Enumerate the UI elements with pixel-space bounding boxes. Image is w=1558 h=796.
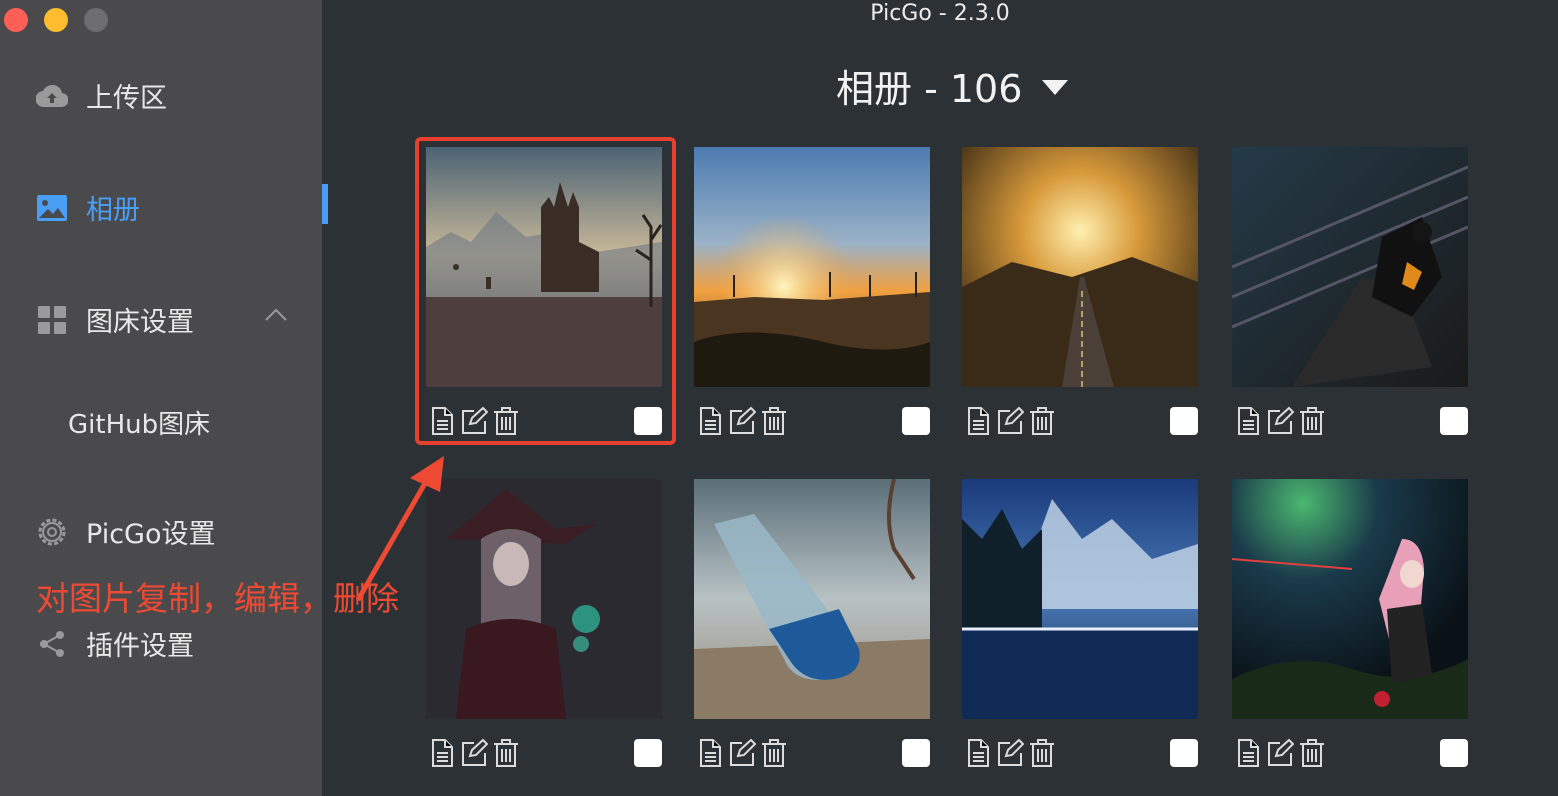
select-checkbox[interactable] xyxy=(634,739,662,767)
sidebar-item-plugin-settings[interactable]: 插件设置 xyxy=(36,624,194,663)
image-icon xyxy=(36,192,68,224)
select-checkbox[interactable] xyxy=(902,739,930,767)
edit-icon[interactable] xyxy=(996,738,1024,768)
minimize-window-button[interactable] xyxy=(44,8,68,32)
gallery-title: 相册 - 106 xyxy=(836,67,1023,111)
copy-icon[interactable] xyxy=(1234,738,1262,768)
delete-icon[interactable] xyxy=(760,406,788,436)
edit-icon[interactable] xyxy=(460,738,488,768)
select-checkbox[interactable] xyxy=(1170,407,1198,435)
edit-icon[interactable] xyxy=(996,406,1024,436)
image-actions xyxy=(694,406,930,438)
delete-icon[interactable] xyxy=(760,738,788,768)
chevron-up-icon[interactable] xyxy=(262,304,290,324)
gallery-title-dropdown[interactable]: 相册 - 106 xyxy=(836,58,1069,113)
delete-icon[interactable] xyxy=(492,738,520,768)
select-checkbox[interactable] xyxy=(1440,407,1468,435)
image-thumbnail[interactable] xyxy=(1232,479,1468,719)
sidebar-item-label: PicGo设置 xyxy=(86,519,216,550)
sidebar-item-picgo-settings[interactable]: PicGo设置 xyxy=(36,512,215,551)
window-title: PicGo - 2.3.0 xyxy=(870,1,1010,26)
image-thumbnail[interactable] xyxy=(694,147,930,387)
copy-icon[interactable] xyxy=(428,738,456,768)
zoom-window-button[interactable] xyxy=(84,8,108,32)
gear-icon xyxy=(36,516,68,548)
copy-icon[interactable] xyxy=(964,406,992,436)
image-card[interactable] xyxy=(694,479,930,767)
sidebar-item-label: 相册 xyxy=(86,195,140,226)
copy-icon[interactable] xyxy=(1234,406,1262,436)
image-card[interactable] xyxy=(694,147,930,435)
edit-icon[interactable] xyxy=(728,406,756,436)
edit-icon[interactable] xyxy=(1266,738,1294,768)
active-indicator xyxy=(322,184,328,224)
close-window-button[interactable] xyxy=(4,8,28,32)
sidebar-item-label: 上传区 xyxy=(86,83,167,114)
sidebar: 上传区 相册 图床设置 GitHub图床 PicGo设置 插件设置 xyxy=(0,0,322,796)
image-thumbnail[interactable] xyxy=(694,479,930,719)
caret-down-icon xyxy=(1042,80,1069,95)
image-thumbnail[interactable] xyxy=(962,147,1198,387)
cloud-upload-icon xyxy=(36,80,68,112)
image-actions xyxy=(1232,738,1468,770)
copy-icon[interactable] xyxy=(696,738,724,768)
sidebar-item-gallery[interactable]: 相册 xyxy=(36,188,140,227)
image-card[interactable] xyxy=(426,479,662,767)
sidebar-item-label: 插件设置 xyxy=(86,631,194,662)
image-card[interactable] xyxy=(1232,479,1468,767)
annotation-text: 对图片复制，编辑，删除 xyxy=(36,579,399,618)
image-actions xyxy=(1232,406,1468,438)
image-actions xyxy=(694,738,930,770)
image-thumbnail[interactable] xyxy=(426,479,662,719)
delete-icon[interactable] xyxy=(1028,738,1056,768)
image-actions xyxy=(426,738,662,770)
sidebar-item-picbed-settings[interactable]: 图床设置 xyxy=(36,300,194,339)
image-card[interactable] xyxy=(962,147,1198,435)
edit-icon[interactable] xyxy=(728,738,756,768)
sidebar-item-label: 图床设置 xyxy=(86,307,194,338)
image-card[interactable] xyxy=(1232,147,1468,435)
sidebar-subitem-github[interactable]: GitHub图床 xyxy=(68,404,210,441)
sidebar-item-upload[interactable]: 上传区 xyxy=(36,76,167,115)
select-checkbox[interactable] xyxy=(902,407,930,435)
image-thumbnail[interactable] xyxy=(1232,147,1468,387)
delete-icon[interactable] xyxy=(1298,406,1326,436)
grid-icon xyxy=(36,304,68,336)
image-actions xyxy=(962,738,1198,770)
image-thumbnail[interactable] xyxy=(962,479,1198,719)
copy-icon[interactable] xyxy=(964,738,992,768)
select-checkbox[interactable] xyxy=(1440,739,1468,767)
copy-icon[interactable] xyxy=(696,406,724,436)
delete-icon[interactable] xyxy=(1298,738,1326,768)
image-card[interactable] xyxy=(962,479,1198,767)
edit-icon[interactable] xyxy=(1266,406,1294,436)
share-icon xyxy=(36,628,68,660)
annotation-highlight-box xyxy=(415,137,676,445)
image-actions xyxy=(962,406,1198,438)
delete-icon[interactable] xyxy=(1028,406,1056,436)
select-checkbox[interactable] xyxy=(1170,739,1198,767)
